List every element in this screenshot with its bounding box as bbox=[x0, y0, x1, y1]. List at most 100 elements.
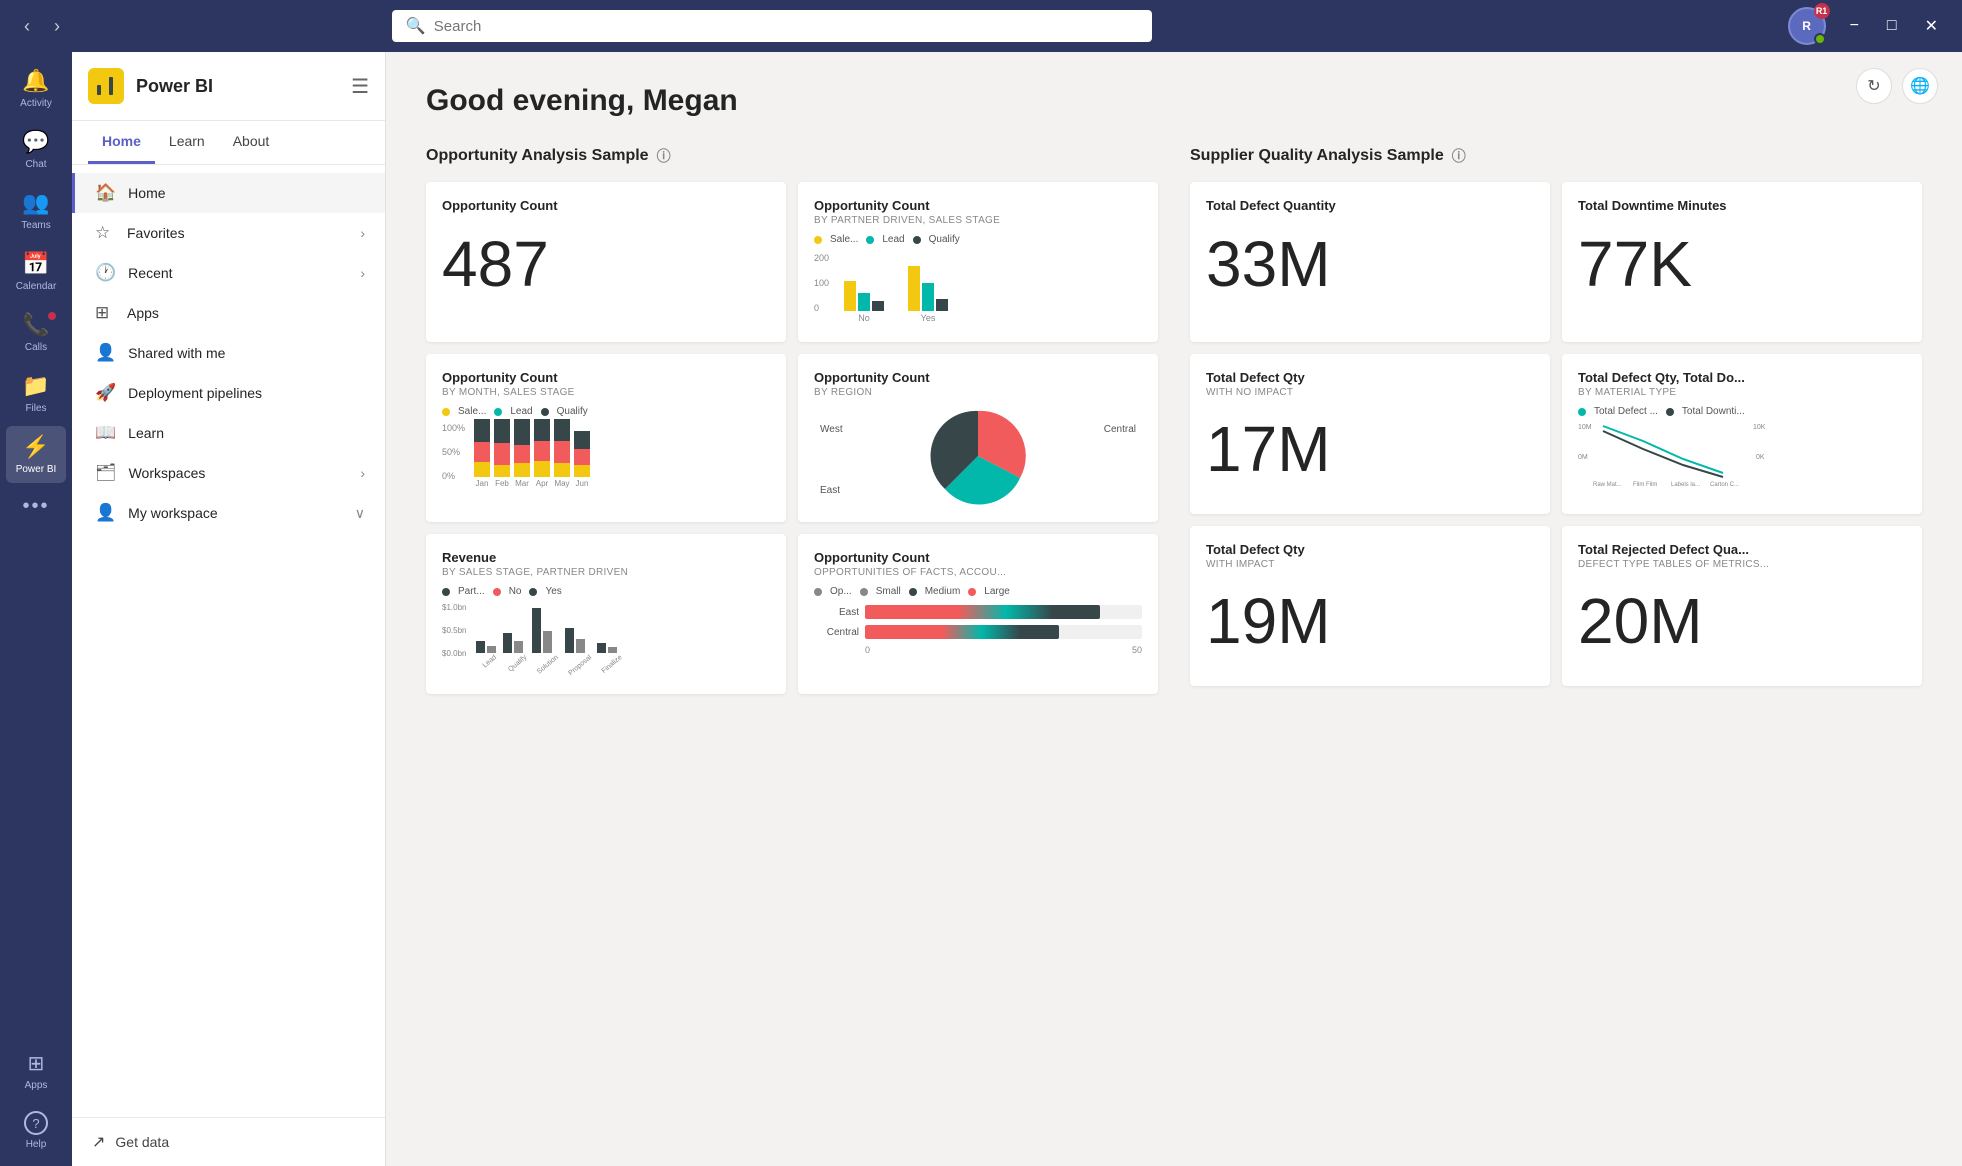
pipelines-icon: 🚀 bbox=[95, 383, 116, 403]
tile-opp-hbar[interactable]: Opportunity Count OPPORTUNITIES OF FACTS… bbox=[798, 534, 1158, 694]
rail-files[interactable]: 📁 Files bbox=[6, 365, 66, 422]
powerbi-title: Power BI bbox=[136, 76, 213, 97]
tile-opp-count-487[interactable]: Opportunity Count 487 bbox=[426, 182, 786, 342]
rail-calendar[interactable]: 📅 Calendar bbox=[6, 243, 66, 300]
nav-home[interactable]: 🏠 Home bbox=[72, 173, 385, 213]
finalize-bar1 bbox=[597, 643, 606, 653]
tile-defect-impact-value: 19M bbox=[1206, 586, 1534, 656]
home-nav-icon: 🏠 bbox=[95, 183, 116, 203]
jan-red bbox=[474, 442, 490, 462]
y-axis-labels: 200 100 0 bbox=[814, 253, 829, 313]
xlbl-solution: Solution bbox=[536, 654, 560, 676]
get-data-icon: ↗ bbox=[92, 1132, 105, 1152]
minimize-button[interactable]: − bbox=[1842, 12, 1867, 40]
hamburger-menu[interactable]: ☰ bbox=[351, 74, 369, 99]
supplier-info-icon[interactable]: ⓘ bbox=[1452, 146, 1466, 166]
tile-defect-qty-value: 33M bbox=[1206, 229, 1534, 299]
legend-r-yes: Yes bbox=[545, 586, 561, 597]
globe-icon[interactable]: 🌐 bbox=[1902, 68, 1938, 104]
stacked-chart-container: Jan Feb bbox=[442, 423, 770, 488]
xlabel-jan: Jan bbox=[476, 479, 489, 488]
ylabel-50pct: 50% bbox=[442, 447, 465, 457]
app-layout: 🔔 Activity 💬 Chat 👥 Teams 📅 Calendar 📞 C… bbox=[0, 52, 1962, 1166]
opportunity-section-title: Opportunity Analysis Sample ⓘ bbox=[426, 146, 1158, 166]
bar-chart: No Yes bbox=[814, 253, 1142, 323]
maximize-button[interactable]: □ bbox=[1879, 12, 1905, 40]
xlabel-carton: Carton C... bbox=[1710, 482, 1739, 488]
tile-downtime-min[interactable]: Total Downtime Minutes 77K bbox=[1562, 182, 1922, 342]
nav-recent[interactable]: 🕐 Recent › bbox=[72, 253, 385, 293]
tile-defect-no-impact[interactable]: Total Defect Qty WITH NO IMPACT 17M bbox=[1190, 354, 1550, 514]
rail-help[interactable]: ? Help bbox=[6, 1103, 66, 1158]
close-button[interactable]: ✕ bbox=[1917, 12, 1946, 40]
window-controls[interactable]: − □ ✕ bbox=[1842, 12, 1946, 40]
rail-activity[interactable]: 🔔 Activity bbox=[6, 60, 66, 117]
nav-shared[interactable]: 👤 Shared with me bbox=[72, 333, 385, 373]
tile-opp-region[interactable]: Opportunity Count BY REGION West Central… bbox=[798, 354, 1158, 522]
user-avatar-container[interactable]: R R1 bbox=[1788, 7, 1826, 45]
opportunity-info-icon[interactable]: ⓘ bbox=[657, 146, 671, 166]
tab-about[interactable]: About bbox=[219, 121, 284, 164]
hbar-xaxis: 0 50 bbox=[814, 645, 1142, 655]
tile-revenue-legend: Part... No Yes bbox=[442, 586, 770, 597]
apr-yellow bbox=[534, 461, 550, 477]
tile-rejected-defect[interactable]: Total Rejected Defect Qua... DEFECT TYPE… bbox=[1562, 526, 1922, 686]
rail-powerbi[interactable]: ⚡ Power BI bbox=[6, 426, 66, 483]
search-bar[interactable]: 🔍 bbox=[392, 10, 1152, 42]
legend-h-large: Large bbox=[984, 586, 1010, 597]
tile-revenue[interactable]: Revenue BY SALES STAGE, PARTNER DRIVEN P… bbox=[426, 534, 786, 694]
search-input[interactable] bbox=[434, 18, 1138, 35]
files-icon: 📁 bbox=[22, 373, 49, 399]
tab-home[interactable]: Home bbox=[88, 121, 155, 164]
rail-teams-label: Teams bbox=[21, 220, 50, 231]
feb-yellow bbox=[494, 465, 510, 477]
rail-teams[interactable]: 👥 Teams bbox=[6, 182, 66, 239]
rail-apps[interactable]: ⊞ Apps bbox=[6, 1043, 66, 1099]
nav-apps[interactable]: ⊞ Apps bbox=[72, 293, 385, 333]
bar-yes-qualify bbox=[936, 299, 948, 311]
get-data-link[interactable]: ↗ Get data bbox=[72, 1117, 385, 1166]
xlabel-mar: Mar bbox=[515, 479, 529, 488]
tile-opp-hbar-subtitle: OPPORTUNITIES OF FACTS, ACCOU... bbox=[814, 567, 1142, 578]
tile-defect-area[interactable]: Total Defect Qty, Total Do... BY MATERIA… bbox=[1562, 354, 1922, 514]
nav-recent-label: Recent bbox=[128, 265, 172, 281]
forward-button[interactable]: › bbox=[46, 12, 68, 41]
legend-m-qualify: Qualify bbox=[557, 406, 588, 417]
tile-opp-month-subtitle: BY MONTH, SALES STAGE bbox=[442, 387, 770, 398]
tile-opp-partner[interactable]: Opportunity Count BY PARTNER DRIVEN, SAL… bbox=[798, 182, 1158, 342]
tab-learn[interactable]: Learn bbox=[155, 121, 219, 164]
back-button[interactable]: ‹ bbox=[16, 12, 38, 41]
tile-defect-impact[interactable]: Total Defect Qty WITH IMPACT 19M bbox=[1190, 526, 1550, 686]
nav-workspaces[interactable]: 🗂 Workspaces › bbox=[72, 453, 385, 493]
nav-favorites[interactable]: ☆ Favorites › bbox=[72, 213, 385, 253]
nav-controls[interactable]: ‹ › bbox=[16, 12, 68, 41]
rail-chat[interactable]: 💬 Chat bbox=[6, 121, 66, 178]
nav-myworkspace[interactable]: 👤 My workspace ∨ bbox=[72, 493, 385, 533]
xlabel-yes: Yes bbox=[921, 313, 936, 323]
rail-more[interactable]: ••• bbox=[6, 487, 66, 526]
nav-pipelines[interactable]: 🚀 Deployment pipelines bbox=[72, 373, 385, 413]
legend-dot-qualify bbox=[913, 236, 921, 244]
legend-dot-m-lead bbox=[494, 408, 502, 416]
legend-m-sale: Sale... bbox=[458, 406, 486, 417]
tile-opp-month[interactable]: Opportunity Count BY MONTH, SALES STAGE … bbox=[426, 354, 786, 522]
nav-learn[interactable]: 📖 Learn bbox=[72, 413, 385, 453]
refresh-icon[interactable]: ↻ bbox=[1856, 68, 1892, 104]
hbar-east-label: East bbox=[814, 607, 859, 618]
ylabel-200: 200 bbox=[814, 253, 829, 263]
rail-calls[interactable]: 📞 Calls bbox=[6, 304, 66, 361]
hbar-central-track bbox=[865, 625, 1142, 639]
stack-apr-bars bbox=[534, 419, 550, 477]
area-ylabel-0k: 0K bbox=[1756, 454, 1765, 461]
nav-workspaces-label: Workspaces bbox=[129, 465, 206, 481]
stack-may: May bbox=[554, 419, 570, 488]
get-data-label: Get data bbox=[115, 1134, 169, 1150]
stack-feb-bars bbox=[494, 419, 510, 477]
tile-defect-qty[interactable]: Total Defect Quantity 33M bbox=[1190, 182, 1550, 342]
bar-no-sale bbox=[844, 281, 856, 311]
tile-defect-area-legend: Total Defect ... Total Downti... bbox=[1578, 406, 1906, 417]
bar-no-qualify bbox=[872, 301, 884, 311]
bar-yes-sale bbox=[908, 266, 920, 311]
greeting: Good evening, Megan bbox=[426, 84, 1922, 118]
greeting-text: Good evening, bbox=[426, 84, 634, 117]
